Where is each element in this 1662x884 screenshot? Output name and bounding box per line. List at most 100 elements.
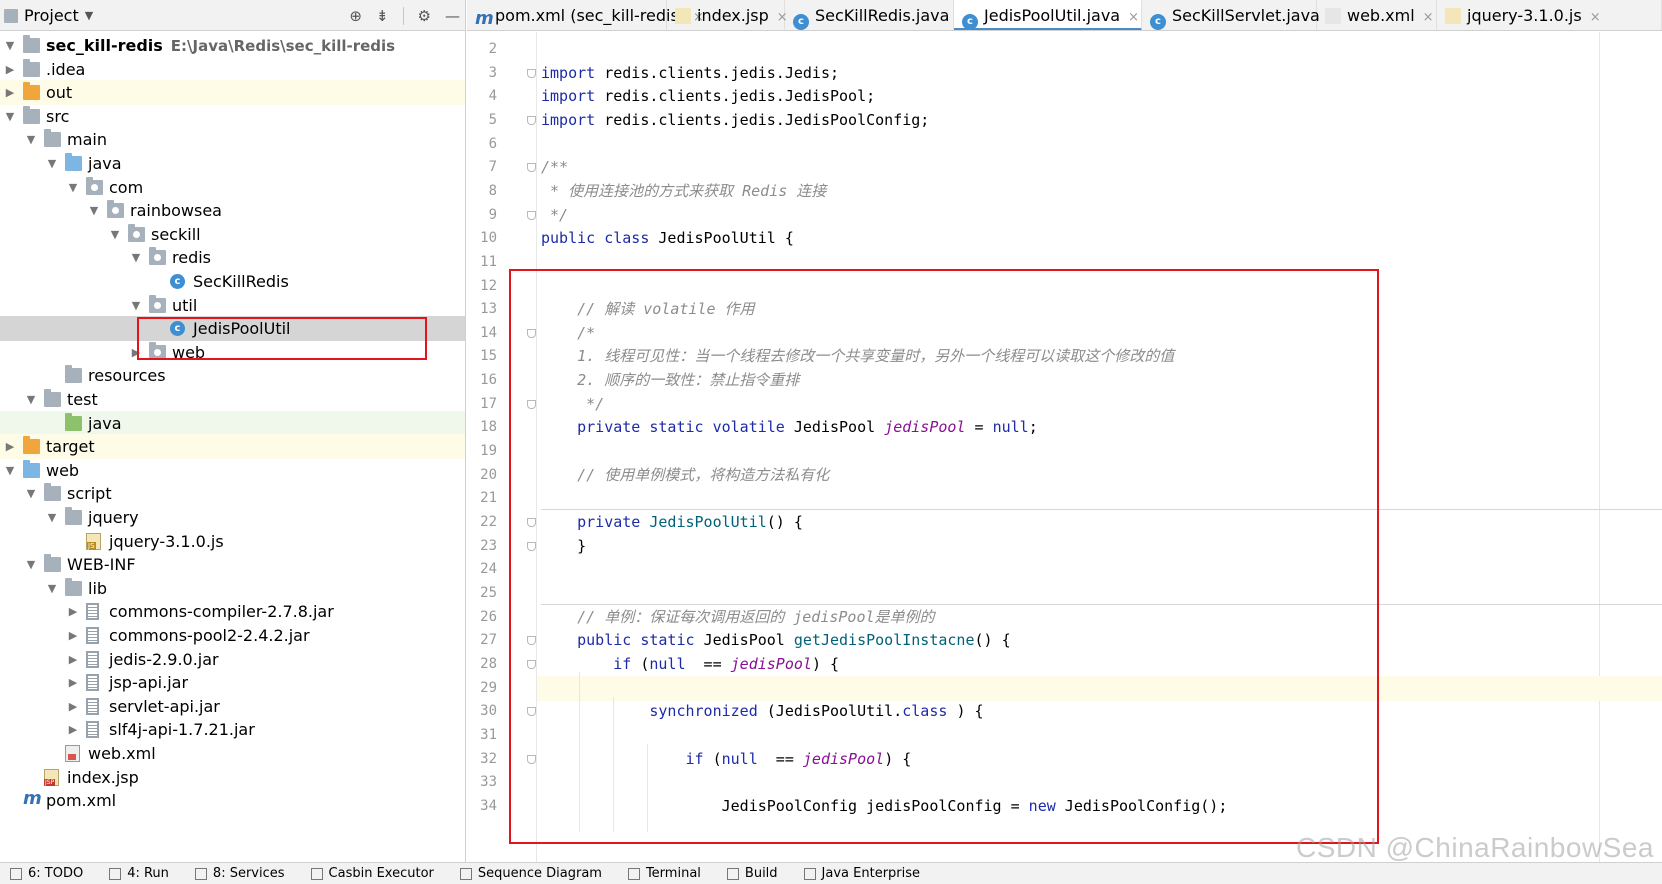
tree-item[interactable]: ▼ com: [0, 175, 465, 200]
line-number: 9: [488, 206, 497, 223]
tree-item[interactable]: m pom.xml: [0, 788, 465, 813]
chevron-down-icon[interactable]: ▼: [67, 175, 79, 200]
tree-item[interactable]: java: [0, 410, 465, 436]
tab-seckillredis-java[interactable]: cSecKillRedis.java×: [785, 0, 968, 30]
chevron-right-icon[interactable]: ▶: [4, 57, 16, 82]
collapse-icon[interactable]: ⇟: [376, 7, 389, 25]
tree-item[interactable]: ▼ web: [0, 458, 465, 483]
toolwindow-6-todo[interactable]: 6: TODO: [10, 866, 83, 881]
tree-item[interactable]: web.xml: [0, 741, 465, 766]
tree-item[interactable]: ▼ lib: [0, 576, 465, 601]
chevron-down-icon[interactable]: ▼: [109, 222, 121, 247]
fold-marker-icon[interactable]: [527, 163, 536, 173]
chevron-down-icon[interactable]: ▼: [46, 151, 58, 176]
tree-item[interactable]: ▼ rainbowsea: [0, 198, 465, 223]
tree-item[interactable]: ▶ commons-compiler-2.7.8.jar: [0, 599, 465, 624]
tree-item[interactable]: ▶ out: [0, 80, 465, 106]
fold-marker-icon[interactable]: [527, 68, 536, 78]
line-number: 20: [480, 466, 497, 483]
gear-icon[interactable]: ⚙: [418, 7, 431, 25]
chevron-down-icon[interactable]: ▼: [25, 481, 37, 506]
tab-seckillservlet-java[interactable]: cSecKillServlet.java×: [1142, 0, 1339, 30]
tab-label: web.xml: [1347, 6, 1415, 25]
chevron-down-icon[interactable]: ▼: [85, 0, 93, 31]
chevron-down-icon[interactable]: ▼: [46, 505, 58, 530]
chevron-down-icon[interactable]: ▼: [25, 127, 37, 152]
tree-item[interactable]: ▼ WEB-INF: [0, 552, 465, 577]
tree-item[interactable]: ▼ java: [0, 151, 465, 176]
tree-item-label: src: [46, 106, 70, 126]
tree-item[interactable]: ▶ jsp-api.jar: [0, 670, 465, 695]
tree-item[interactable]: resources: [0, 363, 465, 388]
toolwindow-terminal[interactable]: Terminal: [627, 866, 701, 881]
tree-item[interactable]: ▶ commons-pool2-2.4.2.jar: [0, 623, 465, 648]
close-icon[interactable]: ×: [1590, 10, 1601, 25]
tree-item[interactable]: ▶ servlet-api.jar: [0, 694, 465, 719]
tab-jquery-3-1-0-js[interactable]: jquery-3.1.0.js ×: [1437, 0, 1662, 30]
tool-window-bar: 6: TODO 4: Run 8: Services Casbin Executor S…: [0, 862, 1662, 884]
annotation-box-code: [509, 269, 1379, 844]
chevron-down-icon[interactable]: ▼: [25, 387, 37, 412]
toolwindow-casbin-executor[interactable]: Casbin Executor: [310, 866, 434, 881]
chevron-down-icon[interactable]: ▼: [25, 552, 37, 577]
toolwindow-build[interactable]: Build: [726, 866, 778, 881]
close-icon[interactable]: ×: [1423, 10, 1434, 25]
fold-marker-icon[interactable]: [527, 115, 536, 125]
tree-item[interactable]: ▼ util: [0, 293, 465, 318]
package-icon: [149, 294, 166, 313]
toolwindow-8-services[interactable]: 8: Services: [194, 866, 285, 881]
tab-pom-xml-sec-kill-redis[interactable]: mpom.xml (sec_kill-redis) ×: [467, 0, 704, 30]
tree-item[interactable]: ▼ script: [0, 481, 465, 506]
toolwindow-4-run[interactable]: 4: Run: [109, 866, 169, 881]
tree-item[interactable]: c SecKillRedis: [0, 269, 465, 294]
chevron-right-icon[interactable]: ▶: [67, 599, 79, 624]
tree-item[interactable]: jquery-3.1.0.js: [0, 529, 465, 554]
tree-item[interactable]: index.jsp: [0, 765, 465, 790]
chevron-down-icon[interactable]: ▼: [130, 245, 142, 270]
tree-item[interactable]: ▼ sec_kill-redis E:\Java\Redis\sec_kill-re…: [0, 33, 465, 58]
chevron-down-icon[interactable]: ▼: [130, 293, 142, 318]
tab-label: pom.xml (sec_kill-redis): [495, 6, 686, 25]
chevron-down-icon[interactable]: ▼: [46, 576, 58, 601]
chevron-right-icon[interactable]: ▶: [67, 647, 79, 672]
tree-item[interactable]: ▼ seckill: [0, 222, 465, 247]
tree-item-label: com: [109, 177, 144, 197]
chevron-down-icon[interactable]: ▼: [4, 33, 16, 58]
chevron-right-icon[interactable]: ▶: [67, 717, 79, 742]
chevron-down-icon[interactable]: ▼: [4, 458, 16, 483]
tree-item-label: lib: [88, 578, 108, 598]
chevron-right-icon[interactable]: ▶: [67, 623, 79, 648]
package-icon: [86, 176, 103, 195]
tree-item[interactable]: ▼ src: [0, 104, 465, 129]
tree-item[interactable]: ▼ main: [0, 127, 465, 152]
class-icon: c: [962, 14, 978, 30]
fold-marker-icon[interactable]: [527, 210, 536, 220]
tree-item[interactable]: ▶ slf4j-api-1.7.21.jar: [0, 717, 465, 742]
chevron-right-icon[interactable]: ▶: [4, 434, 16, 459]
tree-item[interactable]: ▼ redis: [0, 245, 465, 270]
toolwindow-sequence-diagram[interactable]: Sequence Diagram: [459, 866, 602, 881]
tree-item-label: web.xml: [88, 744, 156, 763]
chevron-down-icon[interactable]: ▼: [4, 104, 16, 129]
line-number: 15: [480, 348, 497, 365]
minimize-icon[interactable]: —: [445, 7, 460, 25]
tab-jedispoolutil-java[interactable]: c JedisPoolUtil.java ×: [954, 0, 1142, 30]
chevron-right-icon[interactable]: ▶: [67, 694, 79, 719]
tab-web-xml[interactable]: web.xml ×: [1317, 0, 1437, 30]
chevron-right-icon[interactable]: ▶: [4, 80, 16, 105]
tree-item[interactable]: ▶ .idea: [0, 57, 465, 82]
chevron-down-icon[interactable]: ▼: [88, 198, 100, 223]
code-token: import: [541, 110, 605, 129]
toolwindow-java-enterprise[interactable]: Java Enterprise: [803, 866, 920, 881]
tree-item[interactable]: ▼ test: [0, 387, 465, 412]
close-icon[interactable]: ×: [1128, 10, 1139, 25]
chevron-right-icon[interactable]: ▶: [67, 670, 79, 695]
tree-item[interactable]: ▶ target: [0, 434, 465, 460]
line-number: 12: [480, 277, 497, 294]
tab-index-jsp[interactable]: index.jsp ×: [667, 0, 788, 30]
globe-target-icon[interactable]: ⊕: [349, 7, 362, 25]
tree-item[interactable]: ▼ jquery: [0, 505, 465, 530]
tree-item[interactable]: ▶ jedis-2.9.0.jar: [0, 647, 465, 672]
project-view-selector[interactable]: Project ▼: [4, 0, 93, 31]
jar-icon: [86, 603, 99, 621]
